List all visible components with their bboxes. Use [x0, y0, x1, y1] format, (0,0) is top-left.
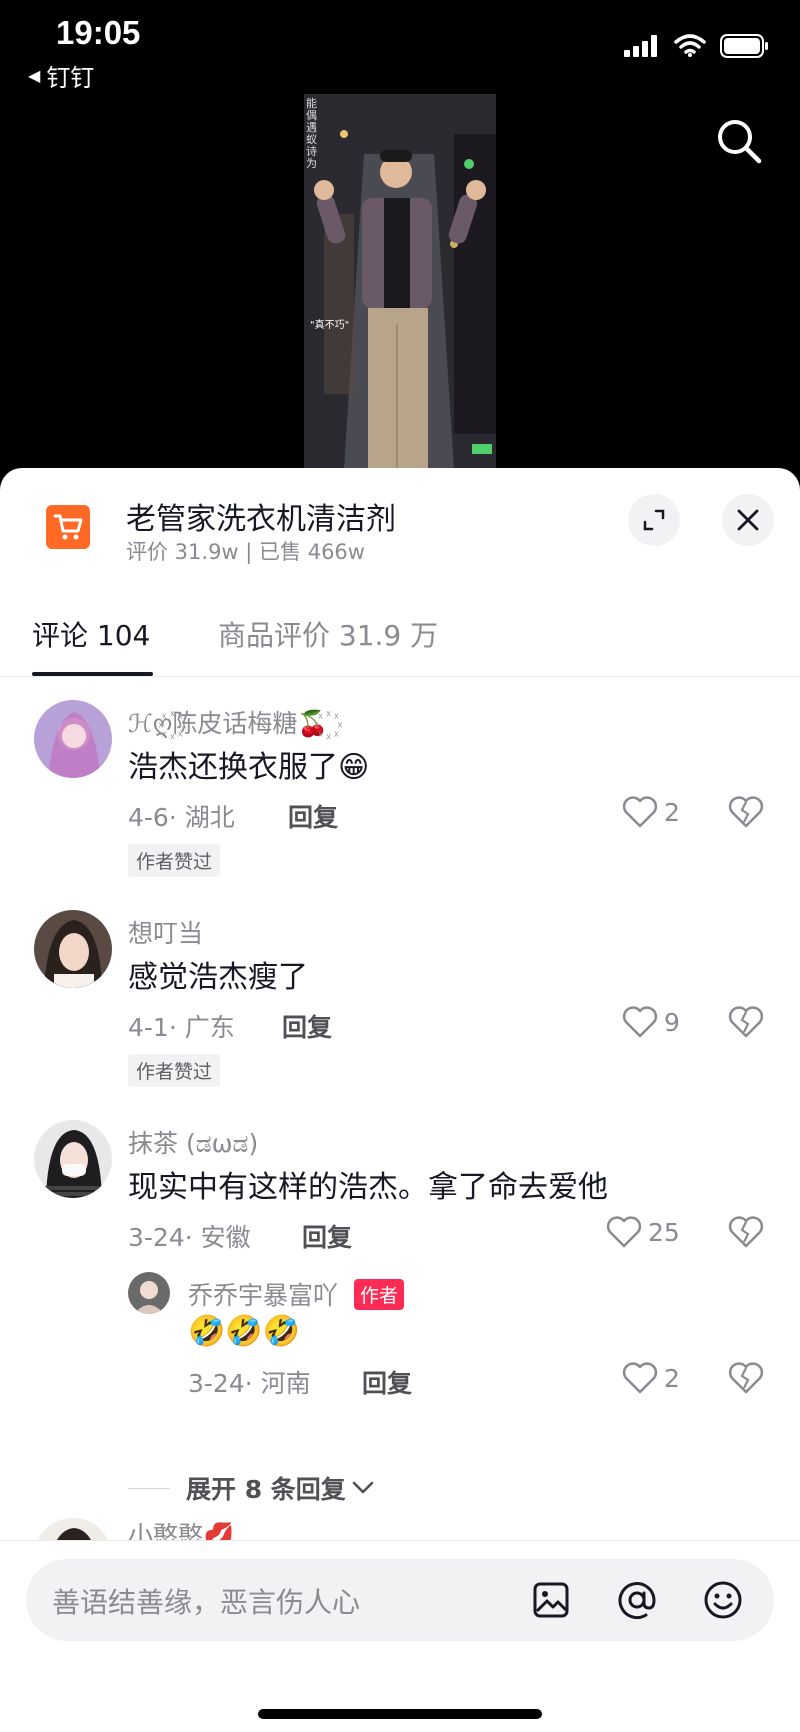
expand-divider — [128, 1488, 170, 1489]
like-button[interactable]: 2 — [622, 796, 680, 828]
reply-meta: 3-24· 河南 — [188, 1369, 311, 1398]
home-indicator — [258, 1709, 542, 1719]
like-count: 2 — [664, 797, 680, 827]
sub-reply-item: 乔乔宇暴富吖 作者 🤣🤣🤣 3-24· 河南 回复 2 — [0, 1272, 800, 1432]
reply-text: 🤣🤣🤣 — [188, 1314, 301, 1349]
tab-comments[interactable]: 评论 104 — [32, 614, 150, 654]
expand-button[interactable] — [628, 494, 680, 546]
dislike-button[interactable] — [728, 1006, 764, 1042]
comment-text: 感觉浩杰瘦了 — [128, 960, 308, 995]
comment-meta: 3-24· 安徽 — [128, 1223, 251, 1252]
video-player[interactable]: 能偶遇蚁诗为 "真不巧" — [304, 94, 496, 470]
broken-heart-icon — [728, 1216, 764, 1248]
back-to-app-link[interactable]: ◀ 钉钉 — [28, 58, 94, 93]
tab-bar: 评论 104 商品评价 31.9 万 — [0, 588, 800, 652]
author-liked-badge: 作者赞过 — [128, 844, 221, 877]
video-frame — [304, 94, 496, 470]
comment-meta: 4-1· 广东 — [128, 1013, 235, 1042]
author-liked-badge: 作者赞过 — [128, 1054, 221, 1087]
like-button[interactable]: 2 — [622, 1362, 680, 1394]
reply-username-row: 乔乔宇暴富吖 作者 — [188, 1276, 405, 1312]
comment-username[interactable]: ℋღ꙰陈皮话梅糖🍒꙰ — [128, 704, 329, 740]
mention-icon[interactable] — [616, 1579, 658, 1621]
expand-replies-button[interactable]: 展开 8 条回复 — [186, 1470, 374, 1506]
dislike-button[interactable] — [728, 1362, 764, 1398]
signal-icon — [624, 35, 657, 57]
broken-heart-icon — [728, 1006, 764, 1038]
image-icon[interactable] — [530, 1579, 572, 1621]
like-button[interactable]: 25 — [606, 1216, 680, 1248]
reply-button[interactable]: 回复 — [362, 1364, 412, 1400]
like-count: 25 — [648, 1217, 680, 1247]
comment-item: ℋღ꙰陈皮话梅糖🍒꙰ 浩杰还换衣服了😁 4-6· 湖北 回复 2 作者赞过 — [0, 700, 800, 877]
comment-username[interactable]: 想叮当 — [128, 914, 203, 950]
avatar[interactable] — [34, 700, 112, 778]
author-badge: 作者 — [354, 1278, 405, 1310]
avatar[interactable] — [34, 1120, 112, 1198]
shopping-cart-icon[interactable] — [46, 505, 90, 549]
heart-icon — [622, 1362, 658, 1394]
like-count: 2 — [664, 1363, 680, 1393]
heart-icon — [606, 1216, 642, 1248]
like-count: 9 — [664, 1007, 680, 1037]
wifi-icon — [674, 34, 706, 57]
reply-button[interactable]: 回复 — [282, 1008, 332, 1044]
broken-heart-icon — [728, 796, 764, 828]
reply-button[interactable]: 回复 — [288, 798, 338, 834]
close-button[interactable] — [722, 494, 774, 546]
back-triangle-icon: ◀ — [28, 66, 41, 85]
comment-input[interactable]: 善语结善缘，恶言伤人心 — [26, 1559, 774, 1641]
comment-input-placeholder: 善语结善缘，恶言伤人心 — [52, 1586, 361, 1619]
comment-text: 浩杰还换衣服了😁 — [128, 750, 370, 785]
avatar[interactable] — [128, 1272, 170, 1314]
like-button[interactable]: 9 — [622, 1006, 680, 1038]
comment-item: 想叮当 感觉浩杰瘦了 4-1· 广东 回复 9 作者赞过 — [0, 910, 800, 1087]
expand-replies-label: 展开 8 条回复 — [186, 1475, 346, 1504]
status-icons — [624, 34, 770, 58]
chevron-down-icon — [352, 1481, 374, 1494]
dislike-button[interactable] — [728, 1216, 764, 1252]
tab-divider — [0, 676, 800, 677]
expand-icon — [643, 509, 665, 531]
broken-heart-icon — [728, 1362, 764, 1394]
close-icon — [737, 509, 759, 531]
comment-username[interactable]: 抹茶 (ಡωಡ) — [128, 1124, 258, 1160]
comment-item: 抹茶 (ಡωಡ) 现实中有这样的浩杰。拿了命去爱他 3-24· 安徽 回复 25… — [0, 1120, 800, 1480]
reply-button[interactable]: 回复 — [302, 1218, 352, 1254]
emoji-icon[interactable] — [702, 1579, 744, 1621]
product-meta: 评价 31.9w | 已售 466w — [126, 540, 365, 564]
video-side-text: 能偶遇蚁诗为 — [306, 97, 317, 170]
dislike-button[interactable] — [728, 796, 764, 832]
heart-icon — [622, 796, 658, 828]
avatar[interactable] — [34, 910, 112, 988]
search-icon[interactable] — [714, 116, 764, 166]
battery-icon — [720, 34, 768, 58]
comment-meta: 4-6· 湖北 — [128, 803, 235, 832]
heart-icon — [622, 1006, 658, 1038]
comment-input-area: 善语结善缘，恶言伤人心 — [0, 1540, 800, 1732]
status-time: 19:05 — [56, 14, 141, 51]
video-caption: "真不巧" — [310, 320, 350, 331]
comment-text: 现实中有这样的浩杰。拿了命去爱他 — [128, 1170, 608, 1205]
product-title[interactable]: 老管家洗衣机清洁剂 — [126, 494, 396, 538]
expand-replies[interactable]: 展开 8 条回复 — [0, 1470, 800, 1510]
back-app-label: 钉钉 — [46, 64, 95, 92]
tab-reviews[interactable]: 商品评价 31.9 万 — [218, 614, 438, 654]
reply-username[interactable]: 乔乔宇暴富吖 — [188, 1276, 338, 1312]
